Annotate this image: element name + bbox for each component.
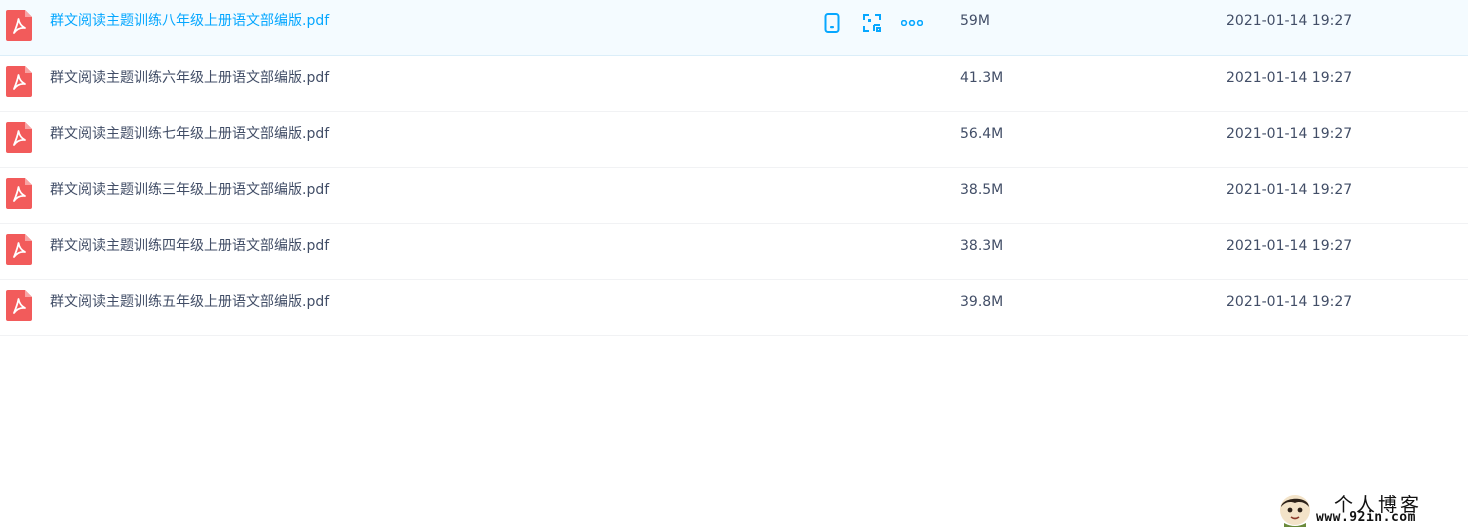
file-name-link[interactable]: 群文阅读主题训练五年级上册语文部编版.pdf [50,280,329,324]
more-icon [901,20,923,26]
file-name-link[interactable]: 群文阅读主题训练四年级上册语文部编版.pdf [50,224,329,268]
file-row[interactable]: 群文阅读主题训练八年级上册语文部编版.pdf 59M 2021-01-14 19… [0,0,1468,56]
blog-watermark: 个人博客 www.92in.com [1272,488,1468,531]
file-size: 41.3M [960,70,1004,86]
file-list: 群文阅读主题训练八年级上册语文部编版.pdf 59M 2021-01-14 19… [0,0,1468,336]
file-size: 56.4M [960,126,1004,142]
file-size: 38.5M [960,182,1004,198]
file-size: 38.3M [960,238,1004,254]
row-actions [818,11,938,35]
pdf-file-icon [6,233,32,265]
phone-icon [824,13,840,33]
file-date: 2021-01-14 19:27 [1226,13,1353,29]
file-date: 2021-01-14 19:27 [1226,126,1353,142]
file-date: 2021-01-14 19:27 [1226,182,1353,198]
pdf-file-icon [6,121,32,153]
pdf-file-icon [6,177,32,209]
file-name-link[interactable]: 群文阅读主题训练六年级上册语文部编版.pdf [50,56,329,100]
file-row[interactable]: 群文阅读主题训练四年级上册语文部编版.pdf 38.3M 2021-01-14 … [0,224,1468,280]
file-size: 39.8M [960,294,1004,310]
pdf-file-icon [6,9,32,41]
file-size: 59M [960,13,990,29]
file-row[interactable]: 群文阅读主题训练五年级上册语文部编版.pdf 39.8M 2021-01-14 … [0,280,1468,336]
file-row[interactable]: 群文阅读主题训练六年级上册语文部编版.pdf 41.3M 2021-01-14 … [0,56,1468,112]
file-date: 2021-01-14 19:27 [1226,294,1353,310]
pdf-file-icon [6,65,32,97]
file-name-link[interactable]: 群文阅读主题训练八年级上册语文部编版.pdf [50,0,329,42]
qr-scan-icon [863,14,881,32]
send-to-phone-button[interactable] [818,11,846,35]
file-name-link[interactable]: 群文阅读主题训练七年级上册语文部编版.pdf [50,112,329,156]
cartoon-avatar-icon [1280,495,1310,527]
file-row[interactable]: 群文阅读主题训练七年级上册语文部编版.pdf 56.4M 2021-01-14 … [0,112,1468,168]
file-row[interactable]: 群文阅读主题训练三年级上册语文部编版.pdf 38.5M 2021-01-14 … [0,168,1468,224]
watermark-url: www.92in.com [1316,510,1416,525]
file-name-link[interactable]: 群文阅读主题训练三年级上册语文部编版.pdf [50,168,329,212]
file-date: 2021-01-14 19:27 [1226,70,1353,86]
qr-share-button[interactable] [858,11,886,35]
pdf-file-icon [6,289,32,321]
more-options-button[interactable] [898,11,926,35]
file-date: 2021-01-14 19:27 [1226,238,1353,254]
